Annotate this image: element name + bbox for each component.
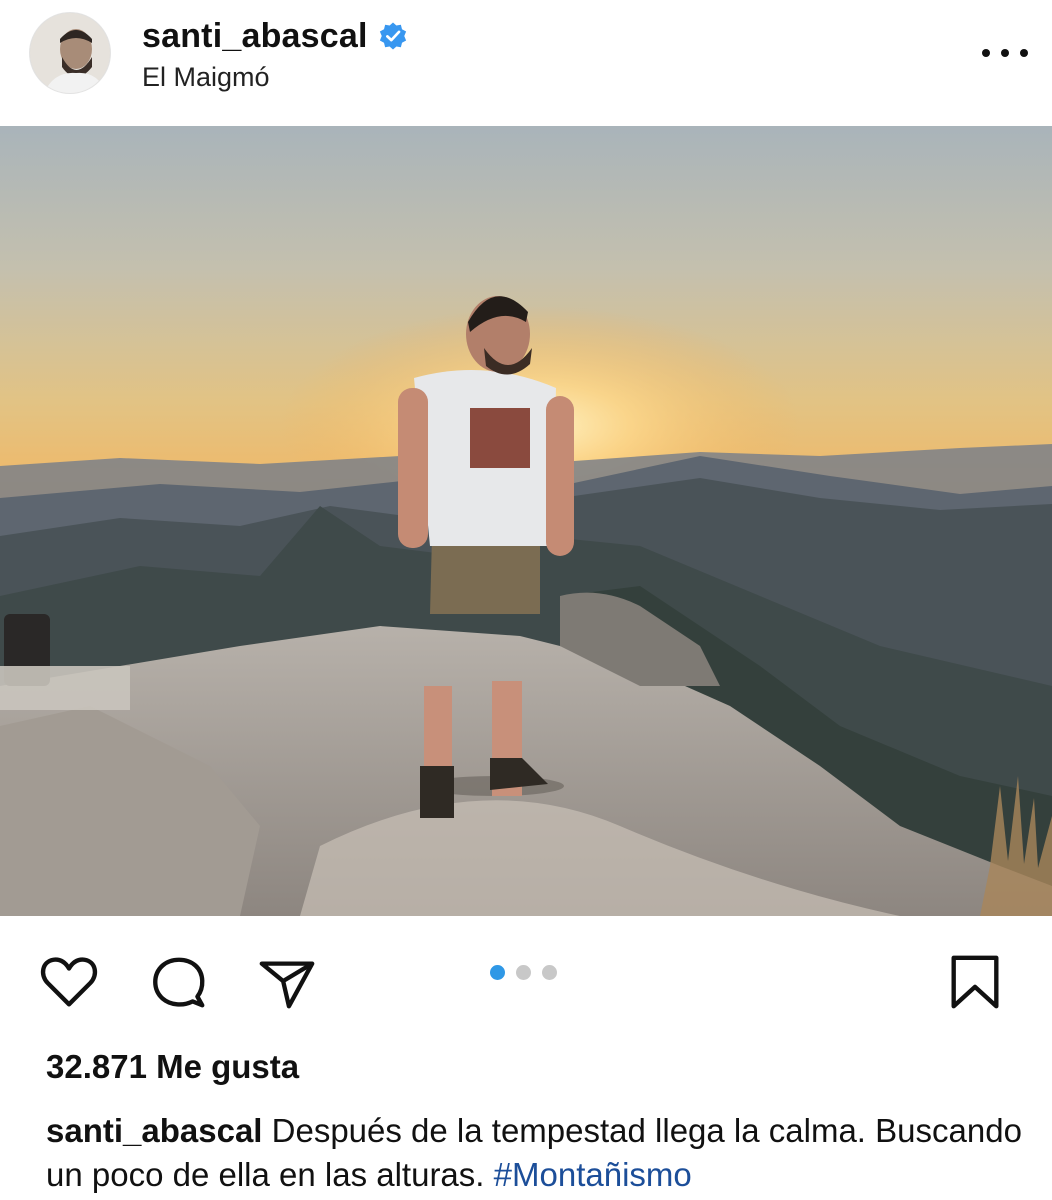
- post-caption: santi_abascal Después de la tempestad ll…: [46, 1109, 1036, 1197]
- carousel-dot-active[interactable]: [490, 965, 505, 980]
- avatar[interactable]: [30, 13, 110, 93]
- bookmark-icon[interactable]: [944, 952, 1006, 1014]
- more-dot: [1001, 49, 1009, 57]
- carousel-dot[interactable]: [542, 965, 557, 980]
- verified-badge-icon: [379, 22, 406, 50]
- more-dot: [1020, 49, 1028, 57]
- more-dot: [982, 49, 990, 57]
- likes-count[interactable]: 32.871 Me gusta: [46, 1048, 299, 1086]
- heart-icon[interactable]: [38, 952, 100, 1014]
- carousel-indicator: [490, 965, 557, 980]
- action-bar: [0, 930, 1052, 1030]
- username[interactable]: santi_abascal: [142, 17, 368, 56]
- send-icon[interactable]: [256, 952, 318, 1014]
- instagram-post: santi_abascal El Maigmó 32.871 Me gusta …: [0, 0, 1052, 1200]
- caption-hashtag[interactable]: #Montañismo: [494, 1156, 692, 1193]
- more-options-icon[interactable]: [982, 40, 1028, 66]
- carousel-dot[interactable]: [516, 965, 531, 980]
- comment-icon[interactable]: [148, 952, 210, 1014]
- post-photo[interactable]: [0, 126, 1052, 916]
- post-header: santi_abascal El Maigmó: [0, 0, 1052, 126]
- username-row: santi_abascal: [142, 14, 408, 58]
- post-location[interactable]: El Maigmó: [142, 62, 270, 93]
- caption-username[interactable]: santi_abascal: [46, 1112, 262, 1149]
